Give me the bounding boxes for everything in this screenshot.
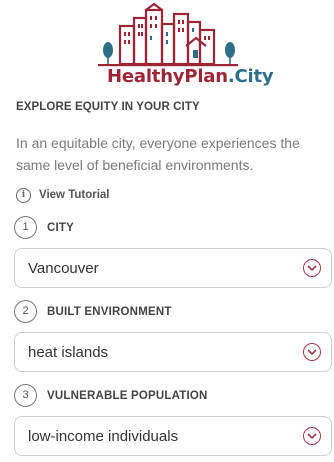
view-tutorial-link[interactable]: i View Tutorial [16,186,110,204]
step-number: 2 [14,300,37,323]
info-icon: i [16,187,31,203]
vulnerable-population-select[interactable]: low-income individuals [14,416,332,456]
step-city-header: 1 CITY [14,216,74,239]
city-select[interactable]: Vancouver [14,248,332,288]
step-label: CITY [47,221,74,234]
city-select-value: Vancouver [28,259,99,277]
city-skyline-logo-icon [98,2,238,67]
view-tutorial-label: View Tutorial [39,189,110,201]
section-title: EXPLORE EQUITY IN YOUR CITY [16,101,200,113]
step-label: BUILT ENVIRONMENT [47,305,172,318]
step-label: VULNERABLE POPULATION [47,389,208,402]
chevron-down-icon [303,427,321,445]
chevron-down-icon [303,343,321,361]
step-vulnerable-population-header: 3 VULNERABLE POPULATION [14,384,208,407]
chevron-down-icon [303,259,321,277]
step-number: 1 [14,216,37,239]
description-text: In an equitable city, everyone experienc… [16,135,300,173]
app-logo-text: HealthyPlan.City [107,66,274,87]
step-built-environment-header: 2 BUILT ENVIRONMENT [14,300,172,323]
logo-text-suffix: .City [227,66,274,87]
app-logo[interactable]: HealthyPlan.City [0,0,334,95]
built-environment-select-value: heat islands [28,343,109,361]
built-environment-select[interactable]: heat islands [14,332,332,372]
logo-text-primary: HealthyPlan [107,66,228,87]
step-number: 3 [14,384,37,407]
vulnerable-population-select-value: low-income individuals [28,427,179,445]
